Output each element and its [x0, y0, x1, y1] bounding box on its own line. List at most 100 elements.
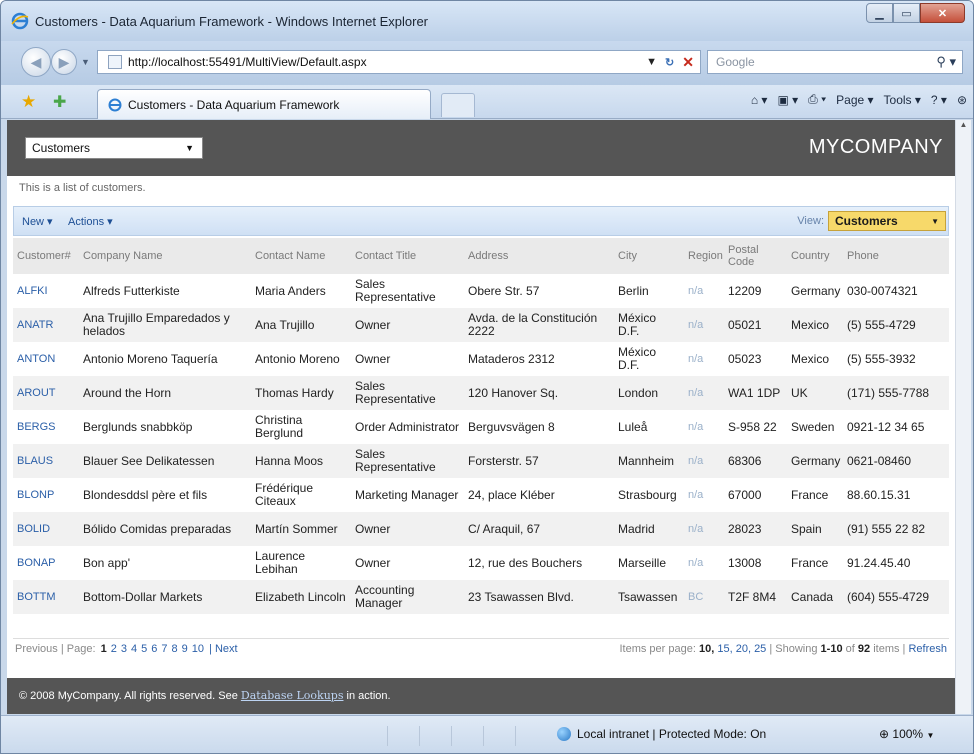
- print-icon[interactable]: ⎙ ▾: [808, 92, 826, 107]
- column-header-company-name[interactable]: Company Name: [79, 238, 251, 274]
- column-header-country[interactable]: Country: [787, 238, 843, 274]
- page-menu[interactable]: Page ▾: [836, 93, 873, 107]
- tab-customers[interactable]: Customers - Data Aquarium Framework: [97, 89, 431, 119]
- maximize-button[interactable]: ▭: [893, 3, 920, 23]
- customer-id-link[interactable]: ANATR: [17, 319, 53, 331]
- cell-customer-id[interactable]: BOLID: [13, 512, 79, 546]
- vertical-scrollbar[interactable]: ▲: [955, 120, 971, 714]
- page-link[interactable]: 5: [141, 643, 147, 655]
- recent-pages-dropdown[interactable]: ▼: [81, 57, 90, 67]
- customer-id-link[interactable]: BOTTM: [17, 591, 56, 603]
- tools-menu[interactable]: Tools ▾: [884, 93, 921, 107]
- address-bar[interactable]: http://localhost:55491/MultiView/Default…: [97, 50, 701, 74]
- table-row[interactable]: BOTTM Bottom-Dollar Markets Elizabeth Linc…: [13, 580, 949, 614]
- cell-company-name: Berglunds snabbköp: [83, 419, 193, 434]
- feeds-icon[interactable]: ▣ ▾: [777, 93, 798, 107]
- new-menu[interactable]: New ▾: [22, 215, 53, 228]
- search-icon[interactable]: ⚲ ▾: [936, 54, 956, 70]
- page-link[interactable]: 7: [161, 643, 167, 655]
- database-lookups-link[interactable]: Database Lookups: [241, 689, 344, 702]
- page-link[interactable]: 10: [192, 643, 204, 655]
- column-header-postal-code[interactable]: Postal Code: [724, 238, 787, 274]
- actions-menu[interactable]: Actions ▾: [68, 215, 113, 228]
- table-row[interactable]: BLONP Blondesddsl père et fils Frédérique …: [13, 478, 949, 512]
- cell-customer-id[interactable]: BERGS: [13, 410, 79, 444]
- cell-customer-id[interactable]: ANATR: [13, 308, 79, 342]
- refresh-icon[interactable]: ↻: [665, 56, 674, 69]
- customer-id-link[interactable]: BOLID: [17, 523, 50, 535]
- cell-customer-id[interactable]: AROUT: [13, 376, 79, 410]
- view-label: View:: [797, 215, 824, 227]
- close-button[interactable]: ✕: [920, 3, 965, 23]
- column-header-city[interactable]: City: [614, 238, 684, 274]
- forward-button[interactable]: ▶: [51, 49, 77, 75]
- table-row[interactable]: BERGS Berglunds snabbköp Christina Berglun…: [13, 410, 949, 444]
- column-header-contact-title[interactable]: Contact Title: [351, 238, 464, 274]
- favorites-star-icon[interactable]: ★: [21, 92, 36, 112]
- customer-id-link[interactable]: BLAUS: [17, 455, 53, 467]
- table-row[interactable]: AROUT Around the Horn Thomas Hardy Sales Re…: [13, 376, 949, 410]
- minimize-button[interactable]: ▁: [866, 3, 893, 23]
- page-size-option[interactable]: 20,: [736, 643, 751, 655]
- cell-customer-id[interactable]: BLONP: [13, 478, 79, 512]
- customer-id-link[interactable]: BLONP: [17, 489, 54, 501]
- cell-customer-id[interactable]: BOTTM: [13, 580, 79, 614]
- page-link[interactable]: 8: [171, 643, 177, 655]
- cell-customer-id[interactable]: ALFKI: [13, 274, 79, 308]
- search-box[interactable]: Google ⚲ ▾: [707, 50, 963, 74]
- refresh-link[interactable]: Refresh: [908, 643, 947, 655]
- address-dropdown-icon[interactable]: ▼: [646, 56, 657, 68]
- back-button[interactable]: ◀: [21, 47, 51, 77]
- research-icon[interactable]: ⊛: [957, 93, 967, 107]
- search-input[interactable]: Google: [716, 55, 755, 69]
- zoom-control[interactable]: ⊕ 100% ▼: [879, 727, 934, 741]
- table-row[interactable]: ANATR Ana Trujillo Emparedados y helados A…: [13, 308, 949, 342]
- column-header-contact-name[interactable]: Contact Name: [251, 238, 351, 274]
- page-size-option[interactable]: 25: [754, 643, 766, 655]
- cell-customer-id[interactable]: BONAP: [13, 546, 79, 580]
- chevron-down-icon: ▼: [185, 143, 194, 153]
- previous-link[interactable]: Previous: [15, 643, 58, 655]
- cell-region: n/a: [688, 284, 704, 297]
- view-selector[interactable]: Customers ▼: [828, 211, 946, 231]
- help-icon[interactable]: ? ▾: [931, 93, 947, 107]
- table-row[interactable]: ANTON Antonio Moreno Taquería Antonio More…: [13, 342, 949, 376]
- cell-contact-name: Ana Trujillo: [251, 308, 351, 342]
- add-favorites-icon[interactable]: ✚: [53, 92, 66, 112]
- page-size-option[interactable]: 15,: [717, 643, 732, 655]
- table-row[interactable]: ALFKI Alfreds Futterkiste Maria Anders Sale…: [13, 274, 949, 308]
- customer-id-link[interactable]: ANTON: [17, 353, 55, 365]
- page-link[interactable]: 4: [131, 643, 137, 655]
- new-tab-button[interactable]: [441, 93, 475, 117]
- security-zone[interactable]: Local intranet | Protected Mode: On: [557, 727, 766, 741]
- customer-id-link[interactable]: AROUT: [17, 387, 56, 399]
- table-row[interactable]: BLAUS Blauer See Delikatessen Hanna Moos Sa…: [13, 444, 949, 478]
- customer-id-link[interactable]: ALFKI: [17, 285, 48, 297]
- scroll-up-icon[interactable]: ▲: [956, 120, 971, 129]
- page-size-option[interactable]: 10,: [699, 643, 714, 655]
- page-link[interactable]: 1: [101, 643, 107, 655]
- tab-bar: ★ ✚ Customers - Data Aquarium Framework …: [1, 85, 973, 119]
- customer-id-link[interactable]: BERGS: [17, 421, 56, 433]
- page-link[interactable]: 2: [111, 643, 117, 655]
- table-row[interactable]: BONAP Bon app' Laurence Lebihan Owner 12, ru…: [13, 546, 949, 580]
- stop-icon[interactable]: ✕: [682, 54, 694, 71]
- next-link[interactable]: | Next: [209, 643, 238, 655]
- page-link[interactable]: 6: [151, 643, 157, 655]
- table-row[interactable]: BOLID Bólido Comidas preparadas Martín Som…: [13, 512, 949, 546]
- column-header-customer-id[interactable]: Customer#: [13, 238, 79, 274]
- column-header-address[interactable]: Address: [464, 238, 614, 274]
- column-header-region[interactable]: Region: [684, 238, 724, 274]
- cell-customer-id[interactable]: BLAUS: [13, 444, 79, 478]
- cell-customer-id[interactable]: ANTON: [13, 342, 79, 376]
- page-selector[interactable]: Customers ▼: [25, 137, 203, 159]
- cell-postal-code: T2F 8M4: [724, 580, 787, 614]
- customer-id-link[interactable]: BONAP: [17, 557, 56, 569]
- address-input[interactable]: http://localhost:55491/MultiView/Default…: [128, 55, 646, 69]
- items-per-page-label: Items per page:: [619, 643, 696, 655]
- page-link[interactable]: 9: [182, 643, 188, 655]
- page-link[interactable]: 3: [121, 643, 127, 655]
- home-icon[interactable]: ⌂ ▾: [751, 93, 768, 107]
- window-title: Customers - Data Aquarium Framework - Wi…: [35, 14, 429, 29]
- column-header-phone[interactable]: Phone: [843, 238, 949, 274]
